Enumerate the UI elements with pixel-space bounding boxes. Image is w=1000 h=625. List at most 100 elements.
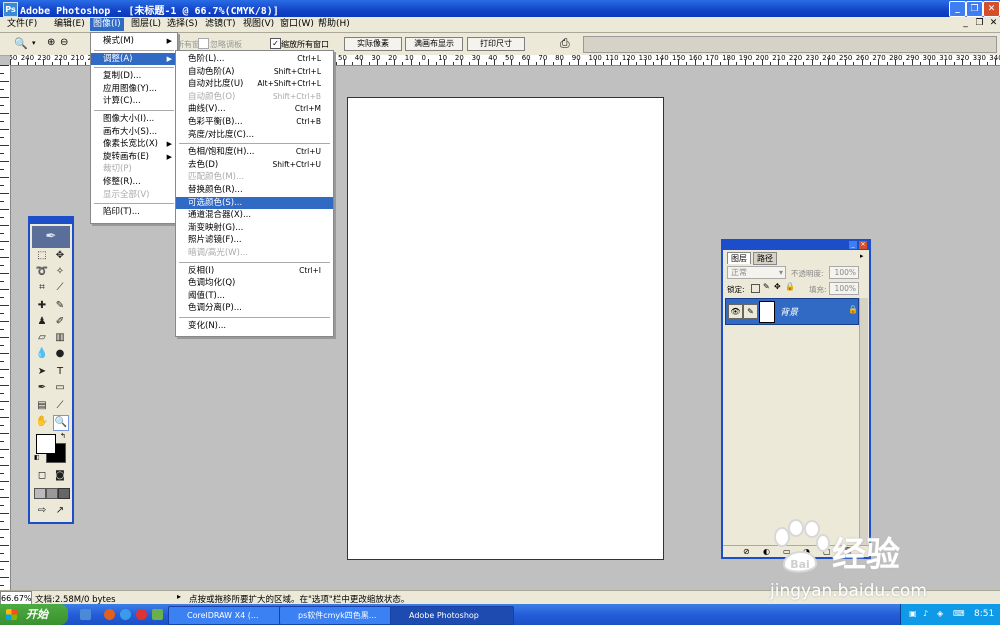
brush-tool-icon[interactable]: ✎	[53, 299, 67, 313]
toolbox-titlebar[interactable]	[30, 218, 72, 224]
status-arrow-icon[interactable]: ▸	[177, 592, 181, 601]
default-colors-icon[interactable]: ◧	[34, 454, 41, 461]
menu-item[interactable]: 自动对比度(U) Alt+Shift+Ctrl+L	[176, 78, 333, 90]
panel-close-icon[interactable]: ✕	[859, 241, 867, 249]
app-icon[interactable]	[152, 609, 163, 620]
media-icon[interactable]	[136, 609, 147, 620]
menu-item[interactable]: 通道混合器(X)...	[176, 209, 333, 221]
menu-item[interactable]: 去色(D) Shift+Ctrl+U	[176, 159, 333, 171]
doc-restore-icon[interactable]: ❐	[974, 18, 985, 29]
menu-item[interactable]: 照片滤镜(F)...	[176, 234, 333, 246]
menu-item[interactable]: 色彩平衡(B)... Ctrl+B	[176, 116, 333, 128]
menu-item[interactable]: 复制(D)...	[91, 70, 177, 82]
menu-item[interactable]: 曲线(V)... Ctrl+M	[176, 103, 333, 115]
menu-item[interactable]: 色相/饱和度(H)... Ctrl+U	[176, 146, 333, 158]
volume-icon[interactable]: ♪	[923, 609, 928, 618]
taskbar-item-photoshop[interactable]: Adobe Photoshop	[390, 606, 514, 625]
menu-item[interactable]: 模式(M) ▶	[91, 35, 177, 47]
healing-brush-icon[interactable]: ✚	[35, 299, 49, 313]
foreground-color-swatch[interactable]	[36, 434, 56, 454]
hand-tool-icon[interactable]: ✋	[35, 415, 49, 429]
menu-view[interactable]: 视图(V)	[240, 18, 277, 31]
document-canvas[interactable]	[347, 97, 664, 560]
layer-row-background[interactable]: 👁 ✎ 背景 🔒	[725, 298, 859, 325]
screen-mode-full-icon[interactable]	[58, 488, 70, 499]
doc-minimize-icon[interactable]: _	[960, 18, 971, 29]
actual-pixels-button[interactable]: 实际像素	[344, 37, 402, 51]
lasso-tool-icon[interactable]: ➰	[35, 265, 49, 279]
menu-item[interactable]: 像素长宽比(X) ▶	[91, 138, 177, 150]
lock-all-icon[interactable]: 🔒	[785, 282, 795, 291]
menu-item[interactable]: 画布大小(S)...	[91, 126, 177, 138]
palette-well-icon[interactable]: ⎙	[560, 36, 570, 51]
menu-item[interactable]: 反相(I) Ctrl+I	[176, 265, 333, 277]
menu-item[interactable]: 色调分离(P)...	[176, 302, 333, 314]
blend-mode-select[interactable]: 正常 ▾	[727, 266, 786, 279]
screen-mode-full-menu-icon[interactable]	[46, 488, 58, 499]
tab-layers[interactable]: 图层	[727, 252, 751, 264]
taskbar-item-coreldraw[interactable]: CorelDRAW X4 (...	[168, 606, 292, 625]
restore-button[interactable]: ❐	[966, 1, 983, 17]
eraser-tool-icon[interactable]: ▱	[35, 331, 49, 345]
ime-icon[interactable]: ⌨	[953, 609, 965, 618]
menu-item[interactable]: 旋转画布(E) ▶	[91, 151, 177, 163]
close-button[interactable]: ✕	[983, 1, 1000, 17]
fit-screen-button[interactable]: 满画布显示	[405, 37, 463, 51]
ie-icon[interactable]	[120, 609, 131, 620]
standard-mode-icon[interactable]: ◻	[35, 469, 49, 483]
opacity-input[interactable]: 100%	[829, 266, 859, 279]
menu-item[interactable]: 自动色阶(A) Shift+Ctrl+L	[176, 66, 333, 78]
jump-to-imageready-icon[interactable]: ⇨	[35, 504, 49, 518]
menu-item[interactable]: 色调均化(Q)	[176, 277, 333, 289]
start-button[interactable]: 开始	[0, 604, 68, 625]
tab-paths[interactable]: 路径	[753, 252, 777, 265]
minimize-button[interactable]: _	[949, 1, 966, 17]
lock-transparency-checkbox[interactable]	[751, 284, 760, 293]
zoom-tool-icon[interactable]: 🔍	[53, 415, 69, 431]
gradient-tool-icon[interactable]: ▥	[53, 331, 67, 345]
menu-item[interactable]: 变化(N)...	[176, 320, 333, 332]
crop-tool-icon[interactable]: ⌗	[35, 281, 49, 295]
ignore-palettes-checkbox[interactable]	[198, 38, 209, 49]
menu-item[interactable]: 色阶(L)... Ctrl+L	[176, 53, 333, 65]
menu-filter[interactable]: 滤镜(T)	[202, 18, 239, 31]
shape-tool-icon[interactable]: ▭	[53, 381, 67, 395]
lock-pixels-icon[interactable]: ✎	[763, 282, 770, 291]
menu-item[interactable]: 阈值(T)...	[176, 290, 333, 302]
menu-file[interactable]: 文件(F)	[4, 18, 40, 31]
quick-mask-icon[interactable]: ◙	[53, 469, 67, 483]
panel-menu-icon[interactable]: ▸	[860, 252, 864, 260]
menu-select[interactable]: 选择(S)	[164, 18, 201, 31]
print-size-button[interactable]: 打印尺寸	[467, 37, 525, 51]
blur-tool-icon[interactable]: 💧	[35, 347, 49, 361]
fill-input[interactable]: 100%	[829, 282, 859, 295]
slice-tool-icon[interactable]: ⟋	[53, 281, 67, 295]
feather-logo-icon[interactable]: ✒	[32, 226, 70, 248]
layers-panel-titlebar[interactable]	[723, 241, 869, 250]
pen-tool-icon[interactable]: ✒	[35, 381, 49, 395]
layers-scrollbar[interactable]	[859, 298, 868, 545]
menu-window[interactable]: 窗口(W)	[277, 18, 317, 31]
notes-tool-icon[interactable]: ▤	[35, 399, 49, 413]
swap-colors-icon[interactable]: ↰	[60, 432, 66, 440]
type-tool-icon[interactable]: T	[53, 365, 67, 379]
menu-item[interactable]: 亮度/对比度(C)...	[176, 129, 333, 141]
screen-mode-standard-icon[interactable]	[34, 488, 46, 499]
panel-minimize-icon[interactable]: _	[849, 241, 857, 249]
eye-icon[interactable]: 👁	[728, 304, 743, 319]
resize-windows-checkbox[interactable]: ✓	[270, 38, 281, 49]
network-icon[interactable]: ▣	[909, 609, 917, 618]
menu-item[interactable]: 图像大小(I)...	[91, 113, 177, 125]
dodge-tool-icon[interactable]: ●	[53, 347, 67, 361]
menu-image[interactable]: 图像(I)	[90, 18, 124, 31]
chevron-down-icon[interactable]: ▾	[32, 39, 36, 47]
move-tool-icon[interactable]: ✥	[53, 249, 67, 263]
menu-item[interactable]: 计算(C)...	[91, 95, 177, 107]
menu-layer[interactable]: 图层(L)	[128, 18, 164, 31]
magic-wand-icon[interactable]: ✧	[53, 265, 67, 279]
brush-link-icon[interactable]: ✎	[743, 304, 758, 319]
zoom-tool-icon[interactable]: 🔍	[14, 37, 28, 50]
menu-item[interactable]: 可选颜色(S)...	[176, 196, 333, 209]
browser-icon[interactable]	[104, 609, 115, 620]
menu-item[interactable]: 修整(R)...	[91, 176, 177, 188]
